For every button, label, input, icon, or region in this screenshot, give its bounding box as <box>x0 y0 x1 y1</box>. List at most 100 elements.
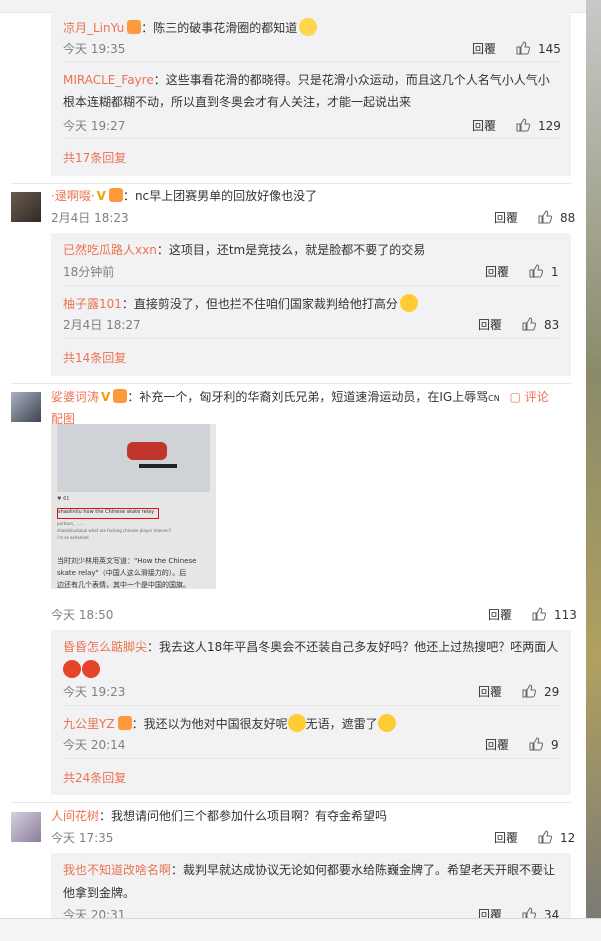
comment-time: 今天 17:35 <box>51 831 114 845</box>
user-name-link[interactable]: 柚子露101 <box>63 297 122 311</box>
fan-badge-icon <box>108 188 123 202</box>
reply-list: 昏昏怎么踮脚尖：我去这人18年平昌冬奥会不还装自己多友好吗？他还上过热搜吧？呸两… <box>51 630 571 795</box>
user-name-link[interactable]: 人间花树 <box>51 809 99 823</box>
like-button[interactable]: 9 <box>529 736 559 754</box>
like-count: 34 <box>544 908 560 918</box>
more-replies-link[interactable]: 共14条回复 <box>63 349 126 367</box>
more-replies-link[interactable]: 共24条回复 <box>63 769 126 787</box>
verified-v-icon: V <box>96 189 106 203</box>
thumbs-up-icon <box>522 684 536 698</box>
skater-figure <box>127 442 167 460</box>
fan-badge-icon <box>113 389 128 403</box>
avatar[interactable] <box>11 392 41 422</box>
comment-time: 今天 18:50 <box>51 608 114 622</box>
emoji-icon <box>299 18 318 36</box>
reply-button[interactable]: 回覆 <box>478 316 502 334</box>
reply-text: ：陈三的破事花滑圈的都知道 <box>141 21 298 35</box>
reply-button[interactable]: 回覆 <box>485 736 509 754</box>
like-count: 29 <box>544 685 560 699</box>
reply-button[interactable]: 回覆 <box>485 263 509 281</box>
reply-time: 今天 20:31 <box>63 908 126 918</box>
thumbs-up-icon <box>529 737 543 751</box>
user-name-link[interactable]: 昏昏怎么踮脚尖 <box>63 640 147 654</box>
image-ui-text: ♥ 61 <box>57 496 70 502</box>
like-button[interactable]: 29 <box>522 683 559 701</box>
comment-text-suffix: CN <box>488 394 500 403</box>
attached-image[interactable]: ♥ 61 shaolinliu how the Chinese skate re… <box>51 424 216 589</box>
like-button[interactable]: 88 <box>538 209 575 227</box>
reply-text: ：我去这人18年平昌冬奥会不还装自己多友好吗？他还上过热搜吧？呸两面人 <box>147 640 559 654</box>
reply-time: 2月4日 18:27 <box>63 318 141 332</box>
reply-button[interactable]: 回覆 <box>494 829 518 847</box>
reply-button[interactable]: 回覆 <box>478 906 502 918</box>
crying-emoji-icon <box>377 714 396 732</box>
more-replies-link[interactable]: 共17条回复 <box>63 149 126 167</box>
image-caption: 当时刘少林用英文写道："How the Chinese skate relay"… <box>57 555 196 589</box>
user-name-link[interactable]: 凉月_LinYu <box>63 21 124 35</box>
image-highlight-box: shaolinliu how the Chinese skate relay <box>57 508 159 519</box>
user-name-link[interactable]: 已然吃瓜路人xxn <box>63 243 157 257</box>
image-reply-line: i'm so ashamed <box>57 535 89 540</box>
user-name-link[interactable]: 我也不知道改啥名啊 <box>63 863 171 877</box>
comment-head: ·逯啊啜· V ：nc早上团赛男单的回放好像也没了 <box>51 187 317 205</box>
divider <box>63 285 559 286</box>
reply-text: ：直接剪没了，但也拦不住咱们国家裁判给他打高分 <box>121 297 398 311</box>
divider <box>63 338 559 339</box>
reply-button[interactable]: 回覆 <box>472 40 496 58</box>
avatar[interactable] <box>11 192 41 222</box>
user-name-link[interactable]: ·逯啊啜· <box>51 189 95 203</box>
like-count: 12 <box>560 831 576 845</box>
browser-bottom-bar <box>0 918 601 941</box>
image-reply-line: shaolinliuduluk what are fucking chinese… <box>57 528 172 533</box>
like-count: 9 <box>551 738 559 752</box>
like-button[interactable]: 145 <box>516 40 561 58</box>
reply-time: 18分钟前 <box>63 265 115 279</box>
page-side-background <box>586 0 601 940</box>
like-button[interactable]: 12 <box>538 829 575 847</box>
divider <box>63 705 559 706</box>
image-caption-line: 当时刘少林用英文写道："How the Chinese <box>57 557 197 565</box>
fan-badge-icon <box>117 716 132 730</box>
reply-button[interactable]: 回覆 <box>488 606 512 624</box>
comment-text: ：我想请问他们三个都参加什么项目啊？有夺金希望吗 <box>99 809 388 823</box>
reply-text: ：这项目，还tm是竞技么，就是脸都不要了的交易 <box>156 243 426 257</box>
skate-blade <box>139 464 177 468</box>
comment-link[interactable]: ▢ 评论 <box>510 390 549 404</box>
comment-link-label: 评论 <box>524 390 549 404</box>
thumbs-up-icon <box>532 607 546 621</box>
reply-button[interactable]: 回覆 <box>472 117 496 135</box>
like-button[interactable]: 34 <box>522 906 559 918</box>
thumbs-up-icon <box>516 41 530 55</box>
reply-item: 已然吃瓜路人xxn：这项目，还tm是竞技么，就是脸都不要了的交易 <box>63 241 425 259</box>
reply-time: 今天 19:35 <box>63 42 126 56</box>
reply-button[interactable]: 回覆 <box>478 683 502 701</box>
reply-time: 今天 19:27 <box>63 119 126 133</box>
like-count: 113 <box>554 608 577 622</box>
avatar[interactable] <box>11 812 41 842</box>
reply-list: 凉月_LinYu ：陈三的破事花滑圈的都知道 今天 19:35 回覆 145 MI… <box>51 0 571 176</box>
divider <box>63 138 559 139</box>
comment-text: ：nc早上团赛男单的回放好像也没了 <box>122 189 318 203</box>
thumbs-up-icon <box>538 830 552 844</box>
comment-head: 人间花树：我想请问他们三个都参加什么项目啊？有夺金希望吗 <box>51 807 387 825</box>
reply-item: 柚子露101：直接剪没了，但也拦不住咱们国家裁判给他打高分 <box>63 294 418 313</box>
reply-text: ：裁判早就达成协议无论如何都要水给陈巍金牌了。希望老天开眼不要让 <box>171 863 556 877</box>
reply-button[interactable]: 回覆 <box>494 209 518 227</box>
divider <box>63 61 559 62</box>
like-count: 129 <box>538 119 561 133</box>
like-button[interactable]: 113 <box>532 606 577 624</box>
reply-text: ：我还以为他对中国很友好呢 <box>131 717 288 731</box>
reply-list: 我也不知道改啥名啊：裁判早就达成协议无论如何都要水给陈巍金牌了。希望老天开眼不要… <box>51 853 571 918</box>
comment-head: 娑婆诃涛 V ：补充一个，匈牙利的华裔刘氏兄弟，短道速滑运动员，在IG上辱骂CN ▢… <box>51 388 549 408</box>
reply-text-continued: 他拿到金牌。 <box>63 886 136 900</box>
thumbs-up-icon <box>522 907 536 918</box>
like-button[interactable]: 129 <box>516 117 561 135</box>
reply-text-continued: 根本连糊都糊不动，所以直到冬奥会才有人关注，才能一起说出来 <box>63 95 412 109</box>
reply-item: 我也不知道改啥名啊：裁判早就达成协议无论如何都要水给陈巍金牌了。希望老天开眼不要… <box>63 861 555 879</box>
user-name-link[interactable]: 娑婆诃涛 <box>51 390 99 404</box>
user-name-link[interactable]: 九公里YZ <box>63 717 115 731</box>
like-button[interactable]: 1 <box>529 263 559 281</box>
like-button[interactable]: 83 <box>522 316 559 334</box>
user-name-link[interactable]: MIRACLE_Fayre <box>63 73 154 87</box>
image-caption-line: 边还有几个表情，其中一个是中国的国旗。 <box>57 581 190 589</box>
